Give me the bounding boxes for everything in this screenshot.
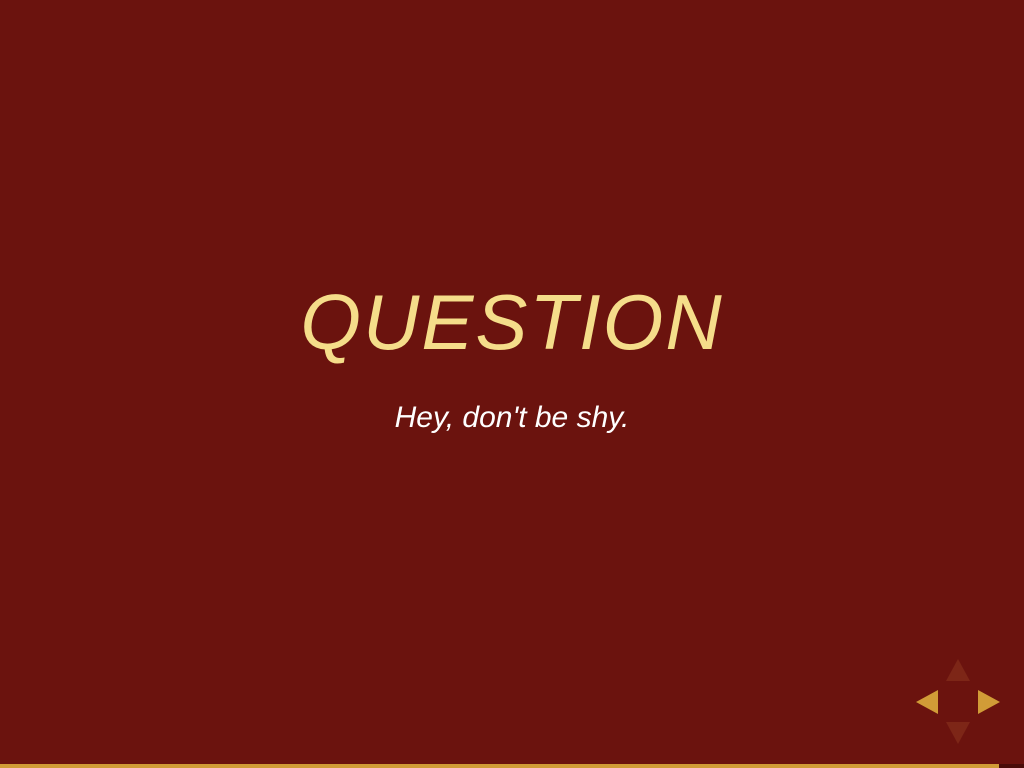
slide-title: QUESTION: [300, 278, 724, 366]
progress-bar: [0, 764, 1024, 768]
slide-subtitle: Hey, don't be shy.: [394, 401, 630, 434]
arrow-right-icon[interactable]: [978, 690, 1000, 714]
progress-bar-fill: [0, 764, 1000, 768]
presentation-slide: QUESTION Hey, don't be shy.: [0, 0, 1024, 768]
navigation-controls: [914, 659, 1004, 745]
arrow-down-icon: [946, 722, 970, 744]
arrow-left-icon[interactable]: [916, 690, 938, 714]
arrow-up-icon: [946, 659, 970, 681]
